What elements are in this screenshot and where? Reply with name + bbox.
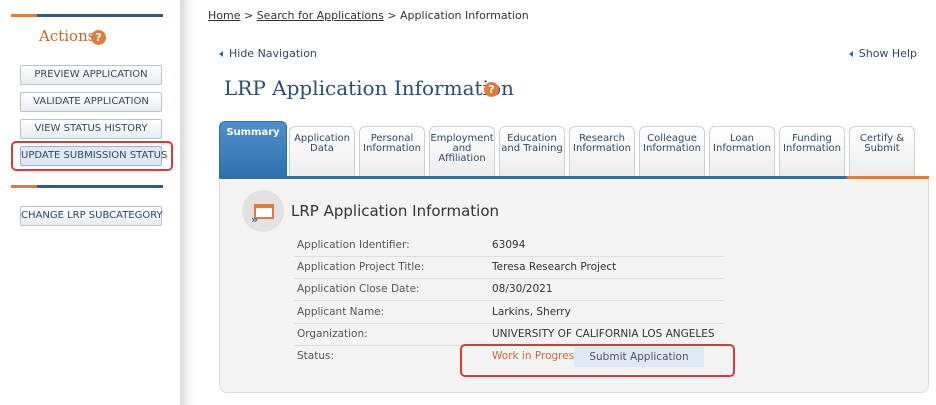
field-value: 63094	[492, 239, 526, 251]
field-label: Application Close Date:	[297, 283, 420, 295]
field-label: Applicant Name:	[297, 306, 385, 318]
preview-application-button[interactable]: PREVIEW APPLICATION	[20, 65, 162, 85]
actions-title: Actions	[39, 27, 96, 45]
breadcrumb-home-link[interactable]: Home	[208, 9, 240, 22]
tab-label: Information	[643, 143, 701, 154]
section-title: LRP Application Information	[291, 202, 500, 220]
field-value: UNIVERSITY OF CALIFORNIA LOS ANGELES	[492, 328, 715, 340]
tab-label: and Training	[501, 143, 563, 154]
tab-label: Information	[783, 143, 841, 154]
tab-label: Affiliation	[438, 153, 486, 164]
page-title: LRP Application Information	[224, 76, 514, 100]
change-lrp-subcategory-button[interactable]: CHANGE LRP SUBCATEGORY	[20, 206, 163, 226]
tab-education-training[interactable]: Education and Training	[499, 126, 565, 178]
field-value: Teresa Research Project	[492, 261, 617, 273]
field-label: Organization:	[297, 328, 368, 340]
help-icon[interactable]: ?	[91, 30, 106, 45]
tab-funding-information[interactable]: Funding Information	[779, 126, 845, 178]
field-value: Larkins, Sherry	[492, 306, 571, 318]
info-row: Applicant Name: Larkins, Sherry	[294, 302, 724, 324]
breadcrumb: Home > Search for Applications > Applica…	[208, 9, 529, 22]
tab-label: Information	[363, 143, 421, 154]
tab-label: Summary	[226, 127, 280, 138]
tab-bar: Summary Application Data Personal Informat…	[219, 121, 929, 179]
highlight-update-status	[11, 141, 173, 171]
info-row: Application Project Title: Teresa Resear…	[294, 257, 724, 279]
tab-label: Data	[310, 143, 334, 154]
tab-label: Submit	[864, 143, 900, 154]
sidebar-top-rule	[11, 14, 163, 17]
info-row: Application Identifier: 63094	[294, 235, 724, 257]
tab-underline	[219, 176, 929, 179]
tab-application-data[interactable]: Application Data	[289, 126, 355, 178]
sidebar-middle-rule	[11, 185, 163, 188]
tab-summary[interactable]: Summary	[219, 121, 287, 179]
field-label: Application Identifier:	[297, 239, 410, 251]
application-document-icon: »	[242, 190, 284, 232]
triangle-left-icon	[848, 51, 853, 57]
hide-navigation-label: Hide Navigation	[229, 47, 317, 60]
tab-label: Information	[713, 143, 771, 154]
field-value: 08/30/2021	[492, 283, 553, 295]
show-help-label: Show Help	[858, 47, 917, 60]
info-row: Organization: UNIVERSITY OF CALIFORNIA L…	[294, 324, 724, 346]
validate-application-button[interactable]: VALIDATE APPLICATION	[20, 92, 162, 112]
breadcrumb-separator: >	[243, 9, 254, 22]
tab-certify-submit[interactable]: Certify & Submit	[849, 126, 915, 178]
info-row: Application Close Date: 08/30/2021	[294, 279, 724, 301]
field-label: Application Project Title:	[297, 261, 425, 273]
view-status-history-button[interactable]: VIEW STATUS HISTORY	[20, 119, 162, 139]
highlight-status	[460, 344, 735, 377]
breadcrumb-search-link[interactable]: Search for Applications	[257, 9, 384, 22]
hide-navigation-link[interactable]: Hide Navigation	[219, 47, 317, 60]
tab-employment-affiliation[interactable]: Employment and Affiliation	[429, 126, 495, 178]
tab-colleague-information[interactable]: Colleague Information	[639, 126, 705, 178]
help-icon[interactable]: ?	[484, 82, 499, 97]
status-label: Status:	[297, 350, 334, 362]
breadcrumb-current: Application Information	[400, 9, 529, 22]
breadcrumb-separator: >	[387, 9, 397, 22]
tab-loan-information[interactable]: Loan Information	[709, 126, 775, 178]
sidebar-shadow	[180, 0, 194, 405]
triangle-left-icon	[219, 51, 223, 57]
tab-research-information[interactable]: Research Information	[569, 126, 635, 178]
show-help-link[interactable]: Show Help	[848, 47, 917, 60]
tab-personal-information[interactable]: Personal Information	[359, 126, 425, 178]
sidebar: Actions ? PREVIEW APPLICATION VALIDATE A…	[0, 0, 180, 405]
tab-label: Information	[573, 143, 631, 154]
